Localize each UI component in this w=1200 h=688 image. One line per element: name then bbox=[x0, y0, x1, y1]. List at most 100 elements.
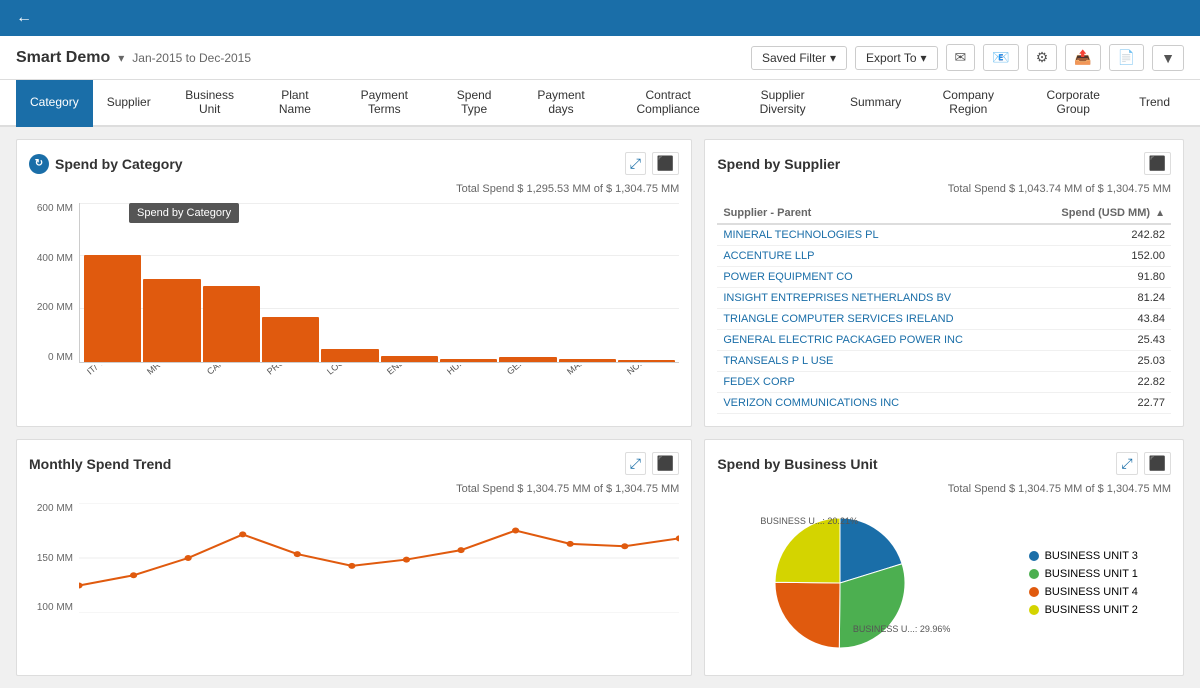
category-expand-icon[interactable]: ⤢ bbox=[625, 152, 646, 175]
filter-icon-button[interactable]: ▼ bbox=[1152, 45, 1184, 71]
supplier-name-cell[interactable]: MINERAL TECHNOLOGIES PL bbox=[717, 224, 1028, 246]
pie-segment bbox=[775, 582, 840, 648]
trend-fullscreen-icon[interactable]: ⬛ bbox=[652, 452, 679, 475]
supplier-value-cell: 25.43 bbox=[1028, 330, 1171, 351]
col-supplier-header: Supplier - Parent bbox=[717, 203, 1028, 224]
nav-tab-plant-name[interactable]: Plant Name bbox=[255, 80, 336, 127]
bar-group bbox=[559, 203, 616, 362]
nav-tab-category[interactable]: Category bbox=[16, 80, 93, 127]
legend-label: BUSINESS UNIT 3 bbox=[1045, 550, 1138, 562]
nav-tab-supplier[interactable]: Supplier bbox=[93, 80, 165, 127]
nav-tab-supplier-diversity[interactable]: Supplier Diversity bbox=[729, 80, 836, 127]
trend-data-point bbox=[79, 583, 83, 589]
spend-by-business-unit-panel: Spend by Business Unit ⤢ ⬛ Total Spend $… bbox=[704, 439, 1184, 676]
title-dropdown-icon[interactable]: ▾ bbox=[118, 51, 124, 65]
table-row: POWER EQUIPMENT CO91.80 bbox=[717, 267, 1171, 288]
saved-filter-button[interactable]: Saved Filter ▾ bbox=[751, 46, 847, 70]
settings-icon-button[interactable]: ⚙ bbox=[1027, 44, 1058, 71]
supplier-table: Supplier - Parent Spend (USD MM) ▲ MINER… bbox=[717, 203, 1171, 414]
supplier-name-cell[interactable]: ACCENTURE LLP bbox=[717, 246, 1028, 267]
bar bbox=[143, 279, 200, 362]
x-label-item: LOGISTICS bbox=[325, 365, 387, 394]
trend-data-point bbox=[403, 557, 410, 563]
trend-data-point bbox=[512, 528, 519, 534]
back-button[interactable]: ← bbox=[16, 9, 32, 27]
legend-item: BUSINESS UNIT 4 bbox=[1029, 586, 1138, 598]
nav-tab-payment-days[interactable]: Payment days bbox=[515, 80, 607, 127]
nav-tab-trend[interactable]: Trend bbox=[1125, 80, 1184, 127]
legend-item: BUSINESS UNIT 2 bbox=[1029, 604, 1138, 616]
legend-dot bbox=[1029, 587, 1039, 597]
x-label-item: CAPITAL bbox=[205, 365, 267, 394]
nav-tab-contract-compliance[interactable]: Contract Compliance bbox=[607, 80, 729, 127]
x-label-item: PROFESSION... bbox=[265, 365, 327, 394]
trend-total-spend: Total Spend $ 1,304.75 MM of $ 1,304.75 … bbox=[29, 483, 679, 495]
table-row: VERIZON COMMUNICATIONS INC22.77 bbox=[717, 393, 1171, 414]
sort-icon[interactable]: ▲ bbox=[1155, 208, 1165, 219]
nav-tab-business-unit[interactable]: Business Unit bbox=[165, 80, 255, 127]
trend-expand-icon[interactable]: ⤢ bbox=[625, 452, 646, 475]
nav-tab-spend-type[interactable]: Spend Type bbox=[433, 80, 515, 127]
supplier-panel-icons: ⬛ bbox=[1144, 152, 1171, 175]
pie-chart-area: BUSINESS U...: 20.21% BUSINESS U...: 29.… bbox=[717, 503, 1171, 663]
bu-fullscreen-icon[interactable]: ⬛ bbox=[1144, 452, 1171, 475]
supplier-value-cell: 152.00 bbox=[1028, 246, 1171, 267]
panel-header-category: ↻ Spend by Category ⤢ ⬛ bbox=[29, 152, 679, 175]
table-row: ACCENTURE LLP152.00 bbox=[717, 246, 1171, 267]
bar-group bbox=[440, 203, 497, 362]
top-bar: ← bbox=[0, 0, 1200, 36]
y-axis-labels: 600 MM 400 MM 200 MM 0 MM bbox=[29, 203, 77, 363]
share-icon-button[interactable]: 📤 bbox=[1065, 44, 1100, 71]
table-row: TRIANGLE COMPUTER SERVICES IRELAND43.84 bbox=[717, 309, 1171, 330]
header-left: Smart Demo ▾ Jan-2015 to Dec-2015 bbox=[16, 49, 251, 67]
table-row: TRANSEALS P L USE25.03 bbox=[717, 351, 1171, 372]
bu-panel-title: Spend by Business Unit bbox=[717, 456, 877, 472]
supplier-name-cell[interactable]: VERIZON COMMUNICATIONS INC bbox=[717, 393, 1028, 414]
x-label-item: MRO bbox=[145, 365, 207, 394]
trend-data-point bbox=[294, 551, 301, 557]
category-fullscreen-icon[interactable]: ⬛ bbox=[652, 152, 679, 175]
supplier-value-cell: 25.03 bbox=[1028, 351, 1171, 372]
supplier-name-cell[interactable]: POWER EQUIPMENT CO bbox=[717, 267, 1028, 288]
x-label-item: NON PROCUR... bbox=[625, 365, 679, 394]
nav-tab-company-region[interactable]: Company Region bbox=[915, 80, 1021, 127]
legend-item: BUSINESS UNIT 3 bbox=[1029, 550, 1138, 562]
nav-tab-summary[interactable]: Summary bbox=[836, 80, 915, 127]
export-to-button[interactable]: Export To ▾ bbox=[855, 46, 938, 70]
trend-data-point bbox=[239, 531, 246, 537]
bar bbox=[618, 360, 675, 362]
nav-tab-corporate-group[interactable]: Corporate Group bbox=[1021, 80, 1125, 127]
pie-label-bu30: BUSINESS U...: 29.96% bbox=[853, 624, 951, 634]
supplier-name-cell[interactable]: TRIANGLE COMPUTER SERVICES IRELAND bbox=[717, 309, 1028, 330]
legend-dot bbox=[1029, 551, 1039, 561]
supplier-value-cell: 22.77 bbox=[1028, 393, 1171, 414]
supplier-value-cell: 43.84 bbox=[1028, 309, 1171, 330]
pie-chart-container: BUSINESS U...: 20.21% BUSINESS U...: 29.… bbox=[750, 503, 950, 663]
legend-label: BUSINESS UNIT 2 bbox=[1045, 604, 1138, 616]
bar-chart-bars bbox=[80, 203, 679, 362]
pie-legend: BUSINESS UNIT 3BUSINESS UNIT 1BUSINESS U… bbox=[1029, 550, 1138, 616]
legend-dot bbox=[1029, 569, 1039, 579]
category-chart: Spend by Category 600 MM 400 MM 200 MM 0… bbox=[29, 203, 679, 383]
trend-data-point bbox=[348, 563, 355, 569]
bar-group bbox=[499, 203, 556, 362]
supplier-name-cell[interactable]: FEDEX CORP bbox=[717, 372, 1028, 393]
bu-expand-icon[interactable]: ⤢ bbox=[1116, 452, 1137, 475]
mail-icon-button[interactable]: 📧 bbox=[983, 44, 1018, 71]
trend-y-labels: 200 MM 150 MM 100 MM bbox=[29, 503, 77, 613]
supplier-name-cell[interactable]: TRANSEALS P L USE bbox=[717, 351, 1028, 372]
supplier-name-cell[interactable]: INSIGHT ENTREPRISES NETHERLANDS BV bbox=[717, 288, 1028, 309]
bu-total-spend: Total Spend $ 1,304.75 MM of $ 1,304.75 … bbox=[717, 483, 1171, 495]
supplier-value-cell: 22.82 bbox=[1028, 372, 1171, 393]
supplier-fullscreen-icon[interactable]: ⬛ bbox=[1144, 152, 1171, 175]
nav-tab-payment-terms[interactable]: Payment Terms bbox=[335, 80, 433, 127]
category-panel-title: ↻ Spend by Category bbox=[29, 154, 183, 174]
supplier-value-cell: 242.82 bbox=[1028, 224, 1171, 246]
monthly-trend-panel: Monthly Spend Trend ⤢ ⬛ Total Spend $ 1,… bbox=[16, 439, 692, 676]
x-label-item: MARKETING bbox=[565, 365, 627, 394]
supplier-name-cell[interactable]: GENERAL ELECTRIC PACKAGED POWER INC bbox=[717, 330, 1028, 351]
doc-icon-button[interactable]: 📄 bbox=[1109, 44, 1144, 71]
email-icon-button[interactable]: ✉ bbox=[946, 44, 976, 71]
bu-panel-icons: ⤢ ⬛ bbox=[1116, 452, 1171, 475]
category-total-spend: Total Spend $ 1,295.53 MM of $ 1,304.75 … bbox=[29, 183, 679, 195]
